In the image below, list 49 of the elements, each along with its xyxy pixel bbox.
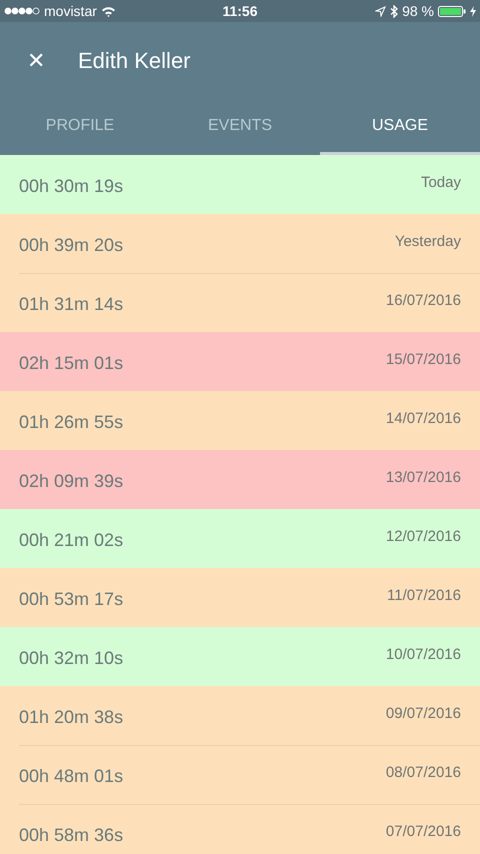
usage-duration: 02h 09m 39s xyxy=(19,471,124,493)
usage-date: 07/07/2016 xyxy=(386,823,461,842)
usage-row[interactable]: 00h 21m 02s 12/07/2016 xyxy=(0,509,480,568)
battery-percent: 98 % xyxy=(402,3,434,19)
location-icon xyxy=(375,6,386,16)
usage-date: 08/07/2016 xyxy=(386,764,461,783)
usage-date: 12/07/2016 xyxy=(386,528,461,547)
usage-duration: 02h 15m 01s xyxy=(19,353,124,375)
tab[interactable]: PROFILE xyxy=(0,100,160,155)
usage-row[interactable]: 00h 53m 17s 11/07/2016 xyxy=(0,568,480,627)
usage-row[interactable]: 01h 20m 38s 09/07/2016 xyxy=(0,686,480,745)
usage-duration: 00h 32m 10s xyxy=(19,648,124,670)
usage-row[interactable]: 00h 32m 10s 10/07/2016 xyxy=(0,627,480,686)
contact-name: Edith Keller xyxy=(78,48,191,74)
usage-date: 14/07/2016 xyxy=(386,410,461,429)
usage-row[interactable]: 00h 39m 20s Yesterday xyxy=(0,214,480,273)
usage-duration: 00h 53m 17s xyxy=(19,589,124,611)
usage-date: Yesterday xyxy=(394,233,461,252)
status-time: 11:56 xyxy=(222,3,258,19)
charging-icon xyxy=(470,6,476,16)
usage-date: 15/07/2016 xyxy=(386,351,461,370)
usage-duration: 01h 26m 55s xyxy=(19,412,124,434)
close-button[interactable]: ✕ xyxy=(20,48,52,74)
usage-row[interactable]: 02h 15m 01s 15/07/2016 xyxy=(0,332,480,391)
usage-duration: 00h 21m 02s xyxy=(19,530,124,552)
usage-row[interactable]: 01h 31m 14s 16/07/2016 xyxy=(0,273,480,332)
usage-duration: 00h 39m 20s xyxy=(19,235,124,257)
usage-row[interactable]: 02h 09m 39s 13/07/2016 xyxy=(0,450,480,509)
usage-duration: 00h 48m 01s xyxy=(19,766,124,788)
usage-date: 16/07/2016 xyxy=(386,292,461,311)
usage-row[interactable]: 00h 58m 36s 07/07/2016 xyxy=(0,804,480,854)
usage-date: 10/07/2016 xyxy=(386,646,461,665)
wifi-icon xyxy=(100,6,116,16)
signal-icon xyxy=(4,7,40,15)
usage-duration: 00h 30m 19s xyxy=(19,176,124,198)
usage-duration: 01h 31m 14s xyxy=(19,294,124,316)
usage-row[interactable]: 01h 26m 55s 14/07/2016 xyxy=(0,391,480,450)
usage-date: 11/07/2016 xyxy=(387,587,461,606)
tab[interactable]: EVENTS xyxy=(160,100,320,155)
usage-duration: 00h 58m 36s xyxy=(19,825,124,847)
usage-row[interactable]: 00h 30m 19s Today xyxy=(0,155,480,214)
carrier-name: movistar xyxy=(44,3,97,19)
usage-duration: 01h 20m 38s xyxy=(19,707,124,729)
usage-date: Today xyxy=(420,174,461,193)
bluetooth-icon xyxy=(390,4,398,18)
battery-icon xyxy=(438,6,466,16)
usage-row[interactable]: 00h 48m 01s 08/07/2016 xyxy=(0,745,480,804)
usage-date: 13/07/2016 xyxy=(386,469,461,488)
usage-date: 09/07/2016 xyxy=(386,705,461,724)
